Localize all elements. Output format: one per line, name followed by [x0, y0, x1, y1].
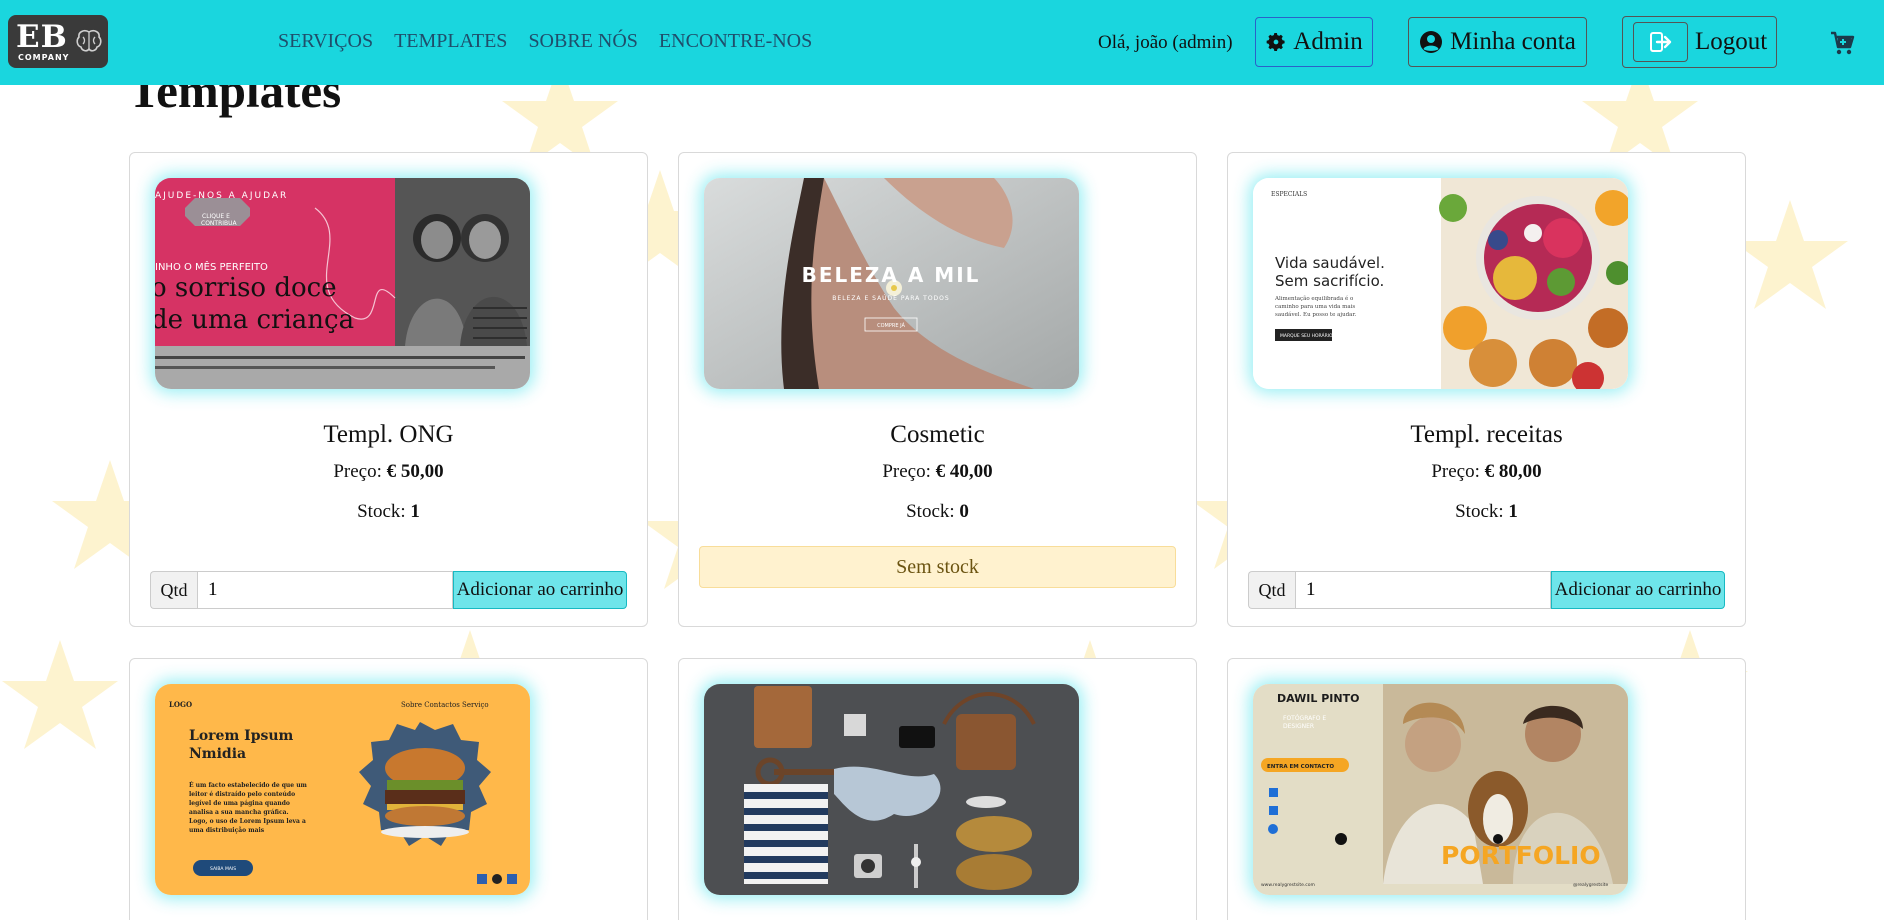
product-image-fashion[interactable]: [704, 684, 1079, 895]
product-card: ESPECIALS Vida saudável. Sem sacrifício.…: [1227, 152, 1746, 627]
quantity-label: Qtd: [1248, 571, 1295, 609]
no-stock-alert: Sem stock: [699, 546, 1176, 588]
quantity-input[interactable]: [1295, 571, 1551, 609]
product-image-cosmetic[interactable]: BELEZA A MIL BELEZA E SAÚDE PARA TODOS C…: [704, 178, 1079, 389]
receitas-body-1: Alimentação equilibrada é o: [1274, 295, 1354, 302]
cart-icon[interactable]: [1829, 30, 1855, 56]
product-stock: Stock: 0: [679, 501, 1196, 523]
admin-label: Admin: [1293, 28, 1363, 55]
my-account-button[interactable]: Minha conta: [1408, 17, 1587, 67]
ong-line-2: o sorriso doce: [155, 273, 337, 303]
nav-link-servicos[interactable]: SERVIÇOS: [278, 30, 373, 53]
stock-label: Stock:: [1455, 501, 1509, 522]
nav-link-encontre-nos[interactable]: ENCONTRE-NOS: [659, 30, 812, 53]
product-card: LOGO Sobre Contactos Serviço Lorem Ipsum…: [129, 658, 648, 920]
receitas-body-2: caminho para uma vida mais: [1275, 304, 1355, 310]
brain-icon: [76, 30, 102, 52]
product-image-portfolio[interactable]: DAWIL PINTO FOTÓGRAFO E DESIGNER ENTRA E…: [1253, 684, 1628, 895]
product-card: DAWIL PINTO FOTÓGRAFO E DESIGNER ENTRA E…: [1227, 658, 1746, 920]
burger-menu: Sobre Contactos Serviço: [401, 701, 489, 709]
logo-subtext: COMPANY: [18, 53, 70, 62]
product-card: AJUDE-NOS A AJUDAR CLIQUE E CONTRIBUA IN…: [129, 152, 648, 627]
navbar: EB COMPANY SERVIÇOS TEMPLATES SOBRE NÓS …: [0, 0, 1884, 85]
price-value: € 50,00: [386, 461, 444, 482]
receitas-cta: MARQUE SEU HORÁRIO: [1280, 332, 1333, 339]
product-title: Templ. receitas: [1410, 421, 1563, 448]
burger-title-2: Nmidia: [189, 746, 246, 762]
logout-icon: [1633, 22, 1688, 62]
add-to-cart-button[interactable]: Adicionar ao carrinho: [1551, 571, 1725, 609]
product-card: [678, 658, 1197, 920]
portfolio-footer-right: @realygrestsite: [1573, 882, 1609, 888]
burger-body-4: analisa a sua mancha gráfica.: [189, 809, 289, 816]
product-image-ong[interactable]: AJUDE-NOS A AJUDAR CLIQUE E CONTRIBUA IN…: [155, 178, 530, 389]
quantity-input[interactable]: [197, 571, 453, 609]
stock-label: Stock:: [906, 501, 960, 522]
ong-line-3: de uma criança: [155, 305, 354, 335]
portfolio-role-1: FOTÓGRAFO E: [1283, 715, 1326, 722]
main-nav: SERVIÇOS TEMPLATES SOBRE NÓS ENCONTRE-NO…: [278, 30, 833, 53]
receitas-brand: ESPECIALS: [1271, 191, 1307, 198]
portfolio-footer-left: www.realygrestsite.com: [1261, 882, 1315, 888]
product-image-burger[interactable]: LOGO Sobre Contactos Serviço Lorem Ipsum…: [155, 684, 530, 895]
burger-cta: SAIBA MAIS: [210, 866, 236, 872]
price-value: € 80,00: [1484, 461, 1542, 482]
quantity-label: Qtd: [150, 571, 197, 609]
portfolio-big-text: PORTFOLIO: [1441, 841, 1601, 870]
add-to-cart-button[interactable]: Adicionar ao carrinho: [453, 571, 627, 609]
portfolio-role-2: DESIGNER: [1283, 723, 1314, 730]
price-value: € 40,00: [935, 461, 993, 482]
price-label: Preço:: [1431, 461, 1485, 482]
stock-label: Stock:: [357, 501, 411, 522]
burger-title-1: Lorem Ipsum: [189, 728, 294, 744]
cosmetic-title: BELEZA A MIL: [802, 263, 981, 287]
product-title: Templ. ONG: [323, 421, 454, 448]
ong-line-1: INHO O MÊS PERFEITO: [155, 260, 268, 273]
product-stock: Stock: 1: [1228, 501, 1745, 523]
ong-badge-line-1: CLIQUE E: [202, 213, 230, 220]
burger-logo: LOGO: [169, 700, 192, 709]
ong-top-text: AJUDE-NOS A AJUDAR: [155, 191, 288, 201]
portfolio-name: DAWIL PINTO: [1277, 692, 1359, 705]
account-label: Minha conta: [1450, 28, 1576, 55]
stock-value: 1: [410, 501, 420, 522]
add-to-cart-form: Qtd Adicionar ao carrinho: [1248, 571, 1725, 609]
price-label: Preço:: [333, 461, 387, 482]
add-to-cart-form: Qtd Adicionar ao carrinho: [150, 571, 627, 609]
product-title: Cosmetic: [890, 421, 985, 448]
logo-text: EB: [16, 19, 68, 55]
burger-body-1: É um facto estabelecido de que um: [189, 781, 308, 789]
ong-badge-line-2: CONTRIBUA: [201, 220, 238, 227]
burger-body-2: leitor é distraído pelo conteúdo: [189, 791, 295, 798]
company-logo[interactable]: EB COMPANY: [8, 15, 108, 68]
receitas-headline-2: Sem sacrifício.: [1275, 272, 1384, 290]
burger-body-5: Logo, o uso de Lorem Ipsum leva a: [189, 818, 306, 825]
stock-value: 1: [1508, 501, 1518, 522]
stock-value: 0: [959, 501, 969, 522]
burger-body-3: legível de uma página quando: [189, 800, 290, 807]
product-stock: Stock: 1: [130, 501, 647, 523]
product-price: Preço: € 50,00: [130, 461, 647, 483]
receitas-body-3: saudável. Eu posso te ajudar.: [1275, 311, 1356, 318]
nav-link-templates[interactable]: TEMPLATES: [394, 30, 507, 53]
logout-button[interactable]: Logout: [1622, 16, 1777, 68]
cosmetic-subtitle: BELEZA E SAÚDE PARA TODOS: [832, 295, 949, 302]
nav-link-sobre-nos[interactable]: SOBRE NÓS: [528, 30, 637, 53]
gear-icon: [1266, 33, 1285, 51]
receitas-headline-1: Vida saudável.: [1275, 254, 1385, 272]
portfolio-cta: ENTRA EM CONTACTO: [1267, 764, 1334, 770]
user-circle-icon: [1420, 31, 1443, 53]
product-price: Preço: € 40,00: [679, 461, 1196, 483]
product-card: BELEZA A MIL BELEZA E SAÚDE PARA TODOS C…: [678, 152, 1197, 627]
price-label: Preço:: [882, 461, 936, 482]
cosmetic-cta: COMPRE JÁ: [877, 322, 905, 329]
product-image-receitas[interactable]: ESPECIALS Vida saudável. Sem sacrifício.…: [1253, 178, 1628, 389]
user-greeting: Olá, joão (admin): [1098, 32, 1233, 53]
burger-body-6: uma distribuição mais: [189, 827, 265, 834]
product-price: Preço: € 80,00: [1228, 461, 1745, 483]
logout-label: Logout: [1695, 28, 1768, 55]
admin-button[interactable]: Admin: [1255, 17, 1373, 67]
